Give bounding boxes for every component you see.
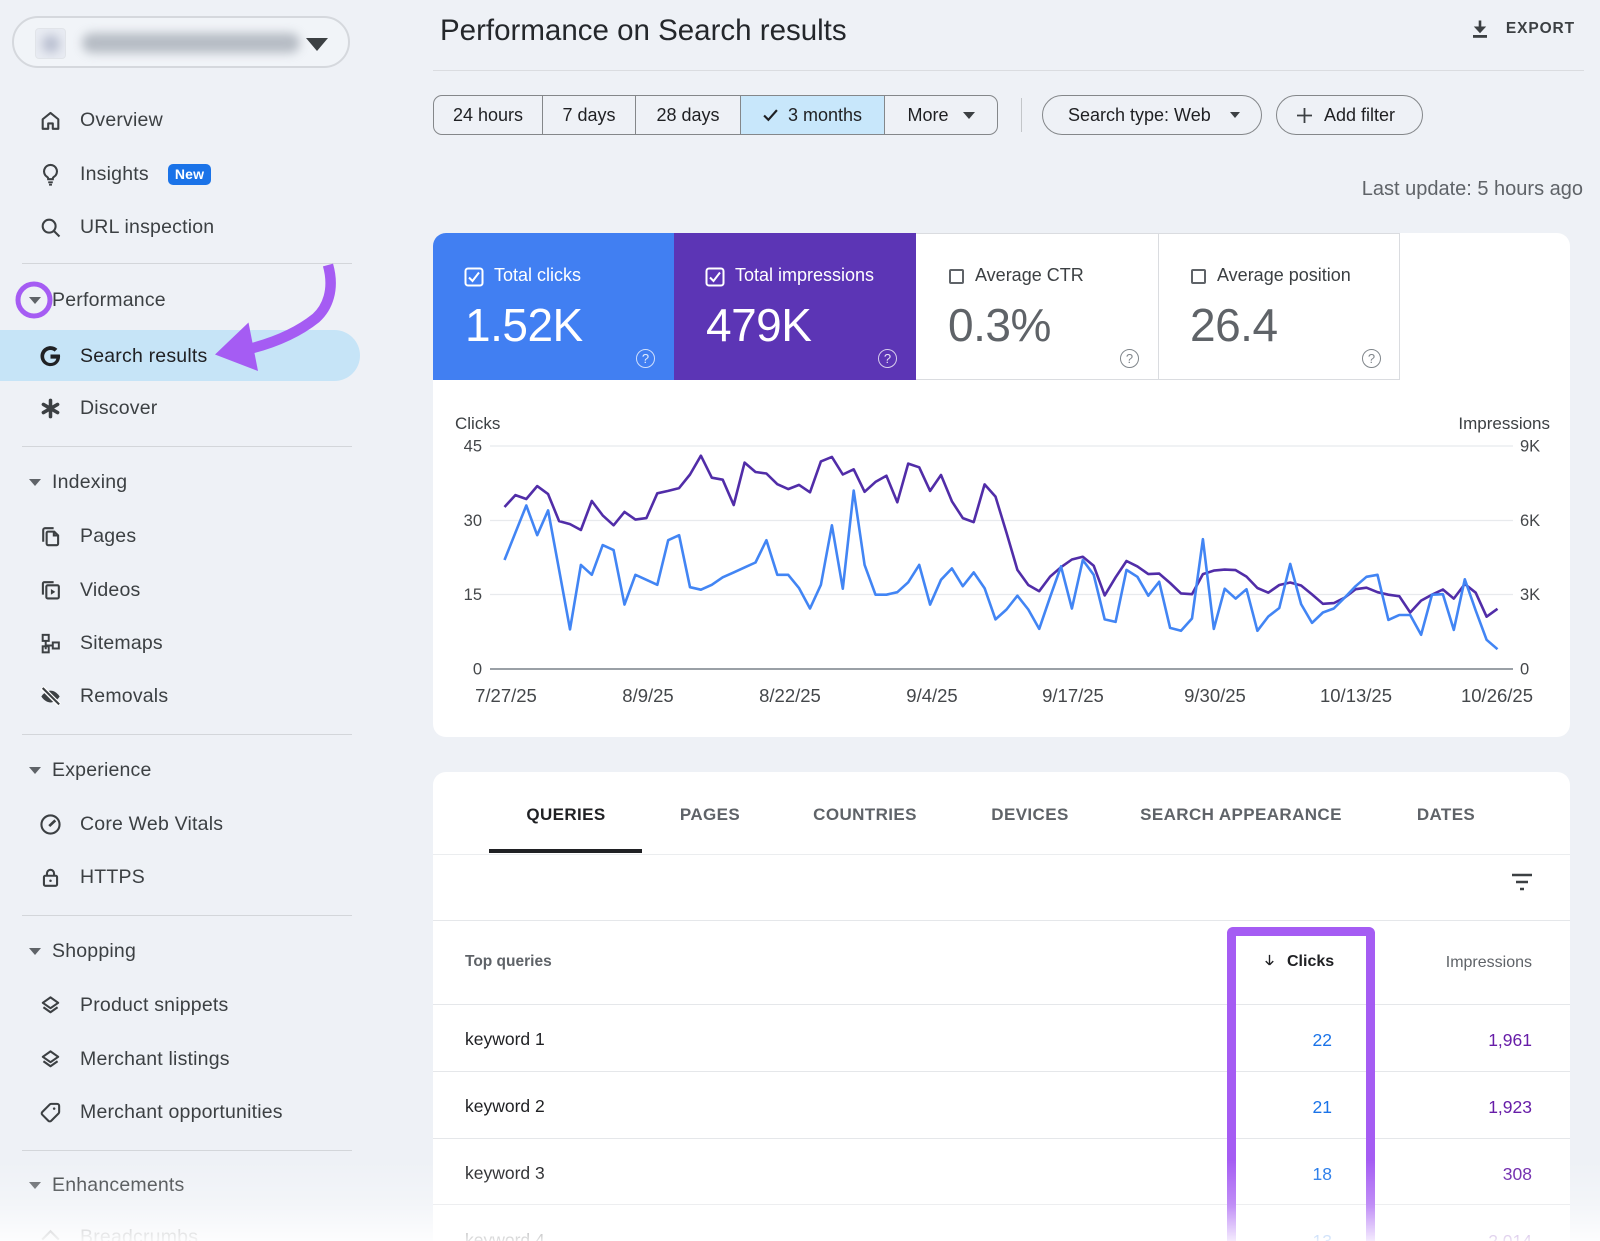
svg-text:0: 0 <box>473 661 482 679</box>
svg-text:Impressions: Impressions <box>1458 414 1550 433</box>
svg-text:30: 30 <box>464 512 482 530</box>
svg-text:6K: 6K <box>1520 512 1540 530</box>
svg-text:45: 45 <box>464 438 482 456</box>
svg-text:8/9/25: 8/9/25 <box>622 685 673 706</box>
svg-text:7/27/25: 7/27/25 <box>475 685 537 706</box>
svg-text:10/13/25: 10/13/25 <box>1320 685 1392 706</box>
svg-text:10/26/25: 10/26/25 <box>1461 685 1533 706</box>
svg-text:3K: 3K <box>1520 586 1540 604</box>
svg-text:15: 15 <box>464 586 482 604</box>
svg-text:8/22/25: 8/22/25 <box>759 685 821 706</box>
svg-text:0: 0 <box>1520 661 1529 679</box>
svg-text:9/17/25: 9/17/25 <box>1042 685 1104 706</box>
svg-text:9K: 9K <box>1520 438 1540 456</box>
svg-text:9/30/25: 9/30/25 <box>1184 685 1246 706</box>
svg-text:9/4/25: 9/4/25 <box>906 685 957 706</box>
svg-text:Clicks: Clicks <box>455 414 500 433</box>
